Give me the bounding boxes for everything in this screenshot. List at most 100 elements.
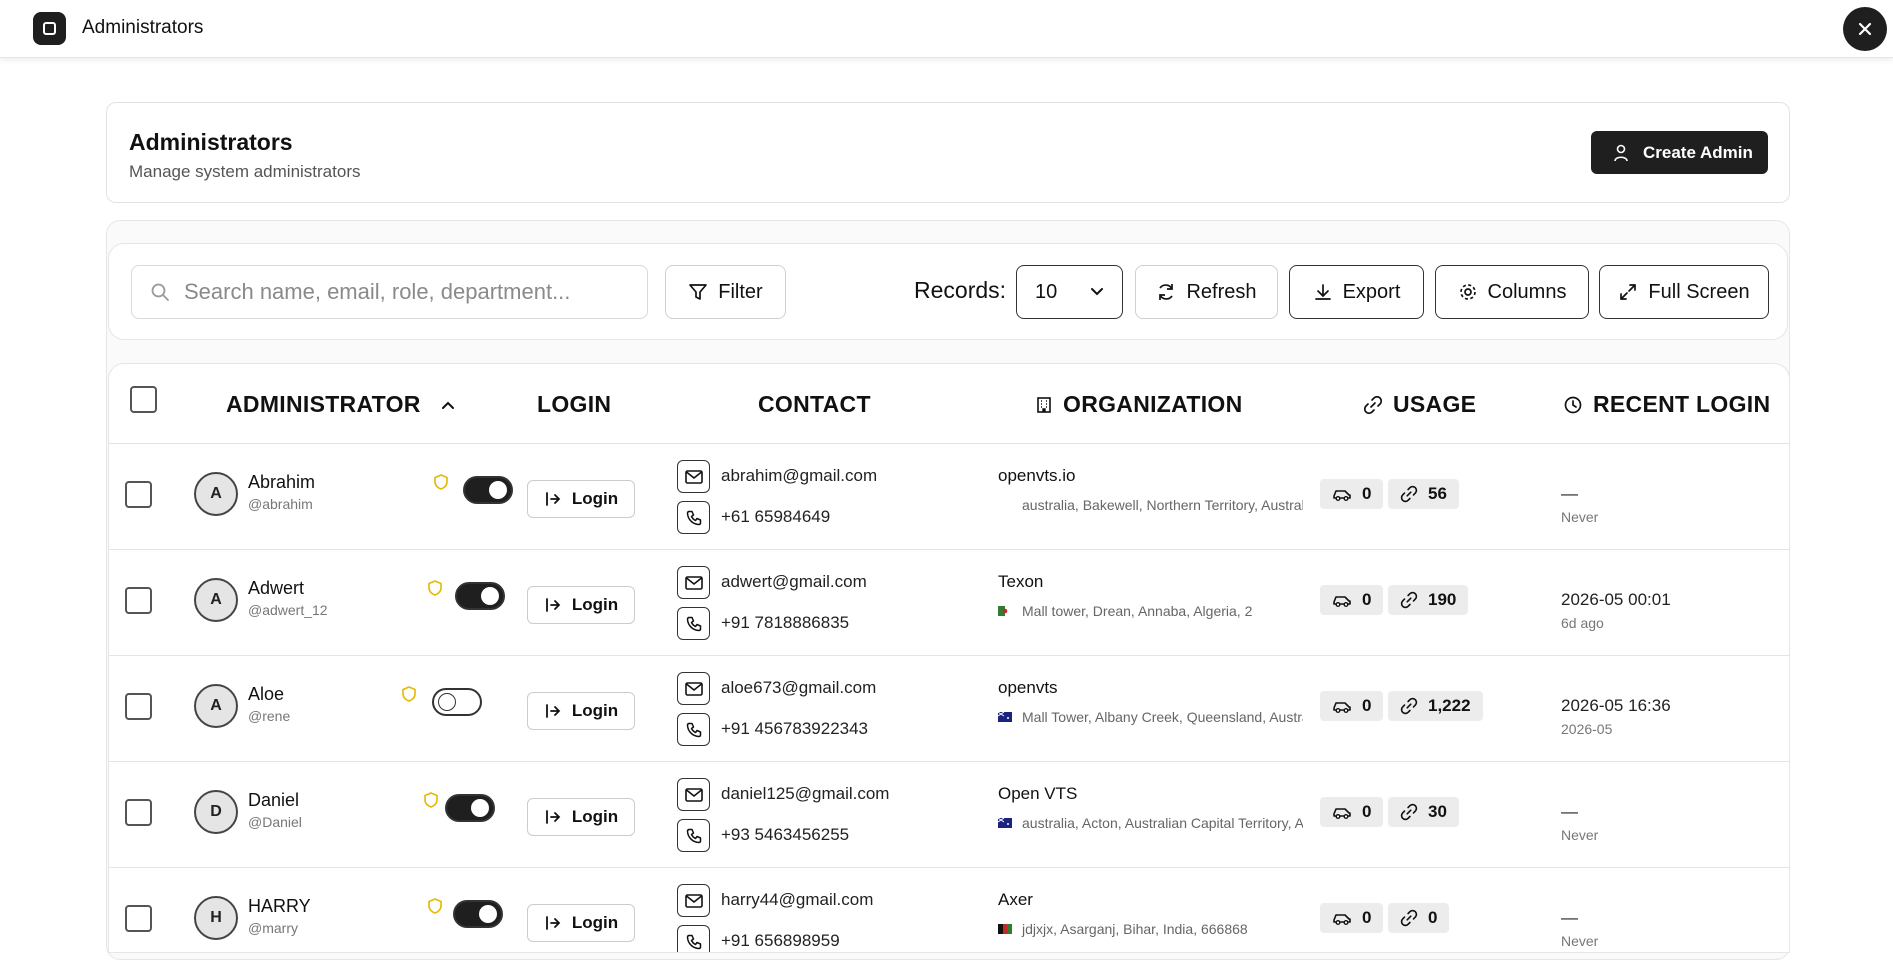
login-as-button[interactable]: Login [527,904,635,942]
phone-icon-button[interactable] [677,607,710,640]
shield-icon [402,686,416,702]
org-name: Open VTS [998,784,1078,803]
link-icon [1400,909,1418,927]
row-checkbox[interactable] [125,587,152,614]
admin-phone[interactable]: +91 456783922343 [721,719,868,739]
header-usage: USAGE [1363,391,1476,418]
link-icon [1400,485,1418,503]
row-checkbox[interactable] [125,693,152,720]
recent-login-relative: 6d ago [1561,615,1604,631]
refresh-label: Refresh [1186,280,1257,303]
admin-email[interactable]: adwert@gmail.com [721,572,867,592]
phone-icon-button[interactable] [677,925,710,952]
admin-email[interactable]: harry44@gmail.com [721,890,873,910]
row-checkbox[interactable] [125,799,152,826]
admin-handle: @rene [248,708,291,724]
login-label: Login [571,489,619,508]
vehicle-count: 0 [1362,802,1372,821]
email-icon-button[interactable] [677,778,710,811]
car-icon [1333,808,1351,819]
header-login: LOGIN [537,391,612,417]
status-toggle[interactable] [455,582,505,610]
row-checkbox[interactable] [125,905,152,932]
link-icon [1363,395,1383,414]
mail-icon [684,681,703,696]
link-icon [1400,803,1418,821]
expand-icon [1620,284,1637,300]
login-as-button[interactable]: Login [527,798,635,836]
vehicle-count-badge: 0 [1320,691,1384,721]
email-icon-button[interactable] [677,672,710,705]
recent-login-relative: Never [1561,933,1599,949]
car-icon [1333,596,1351,607]
login-label: Login [571,701,619,720]
admin-phone[interactable]: +91 656898959 [721,931,840,951]
row-checkbox[interactable] [125,481,152,508]
email-icon-button[interactable] [677,884,710,917]
vehicle-count: 0 [1362,696,1372,715]
fullscreen-button[interactable]: Full Screen [1599,265,1769,319]
refresh-button[interactable]: Refresh [1135,265,1278,319]
phone-icon-button[interactable] [677,501,710,534]
columns-button[interactable]: Columns [1435,265,1589,319]
top-bar: Administrators [0,0,1893,58]
admin-phone[interactable]: +93 5463456255 [721,825,849,845]
admin-handle: @adwert_12 [248,602,328,618]
login-as-button[interactable]: Login [527,586,635,624]
export-button[interactable]: Export [1289,265,1424,319]
download-icon [1314,284,1331,300]
page-header: Administrators Manage system administrat… [106,102,1790,203]
avatar: D [194,790,238,834]
close-button[interactable] [1843,7,1887,51]
admin-name: Abrahim [248,472,316,492]
search-input[interactable] [184,279,624,305]
mail-icon [684,575,703,590]
phone-icon-button[interactable] [677,713,710,746]
admin-handle: @marry [248,920,298,936]
email-icon-button[interactable] [677,566,710,599]
select-all-checkbox[interactable] [130,386,157,413]
login-label: Login [571,913,619,932]
export-label: Export [1342,280,1401,303]
link-icon [1400,591,1418,609]
page-subtitle: Manage system administrators [129,162,361,181]
car-icon [1333,914,1351,925]
status-toggle[interactable] [432,688,482,716]
admin-table: ADMINISTRATOR LOGIN CONTACT ORGANIZATION… [108,363,1790,953]
vehicle-count-badge: 0 [1320,585,1384,615]
create-admin-button[interactable]: Create Admin [1591,131,1768,174]
create-admin-label: Create Admin [1643,142,1753,162]
admin-email[interactable]: abrahim@gmail.com [721,466,877,486]
table-row: D Daniel @Daniel Login daniel125@gmail.c… [109,762,1789,868]
phone-icon-button[interactable] [677,819,710,852]
columns-label: Columns [1487,280,1567,303]
status-toggle[interactable] [463,476,513,504]
flag-icon [998,712,1012,722]
login-as-button[interactable]: Login [527,480,635,518]
login-icon [545,810,561,824]
filter-button[interactable]: Filter [665,265,786,319]
org-name: Axer [998,890,1033,909]
org-name: openvts.io [998,466,1076,485]
org-name: openvts [998,678,1058,697]
avatar: A [194,472,238,516]
login-icon [545,916,561,930]
shield-icon [428,898,442,914]
car-icon [1333,490,1351,501]
admin-email[interactable]: aloe673@gmail.com [721,678,876,698]
admin-phone[interactable]: +91 7818886835 [721,613,849,633]
phone-icon [686,934,701,949]
email-icon-button[interactable] [677,460,710,493]
link-icon [1400,697,1418,715]
recent-login-relative: Never [1561,827,1599,843]
status-toggle[interactable] [453,900,503,928]
header-administrator[interactable]: ADMINISTRATOR [226,391,455,418]
refresh-icon [1159,284,1174,300]
sort-asc-icon [441,401,454,409]
login-as-button[interactable]: Login [527,692,635,730]
app-icon [33,12,66,45]
admin-email[interactable]: daniel125@gmail.com [721,784,889,804]
status-toggle[interactable] [445,794,495,822]
admin-phone[interactable]: +61 65984649 [721,507,830,527]
records-select[interactable]: 10 [1016,265,1123,319]
